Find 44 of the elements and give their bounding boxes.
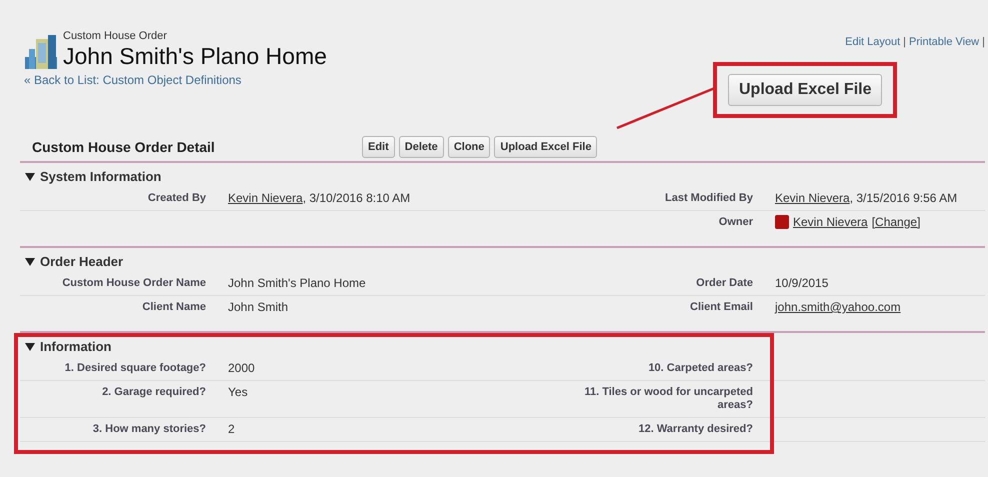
user-avatar-icon bbox=[775, 215, 789, 229]
upload-excel-button[interactable]: Upload Excel File bbox=[728, 74, 882, 106]
field-value: John Smith's Plano Home bbox=[228, 276, 366, 290]
value-link[interactable]: Kevin Nievera bbox=[793, 215, 868, 229]
field-label: Client Name bbox=[141, 300, 206, 315]
field-label: 11. Tiles or wood for uncarpeted areas? bbox=[583, 385, 753, 413]
field-value: John Smith bbox=[228, 300, 288, 314]
detail-title: Custom House Order Detail bbox=[32, 139, 216, 155]
field-label: Order Date bbox=[695, 276, 753, 291]
field-value: 10/9/2015 bbox=[775, 276, 828, 290]
field-value: Yes bbox=[228, 385, 248, 399]
field-label: Custom House Order Name bbox=[61, 276, 206, 291]
field-label: 10. Carpeted areas? bbox=[647, 361, 753, 376]
field-label: Client Email bbox=[689, 300, 753, 315]
field-value: , 3/10/2016 8:10 AM bbox=[302, 191, 410, 205]
field-label: Last Modified By bbox=[664, 191, 753, 206]
section-header[interactable]: System Information bbox=[20, 163, 985, 187]
field-label: 1. Desired square footage? bbox=[64, 361, 206, 376]
link-separator: | bbox=[982, 36, 985, 48]
detail-button[interactable]: Clone bbox=[448, 136, 490, 158]
field-label: Created By bbox=[146, 191, 206, 206]
header-link[interactable]: Printable View bbox=[909, 36, 980, 48]
detail-button[interactable]: Delete bbox=[398, 136, 444, 158]
detail-button[interactable]: Upload Excel File bbox=[494, 136, 598, 158]
header-link[interactable]: Edit Layout bbox=[845, 36, 900, 48]
value-link[interactable]: Kevin Nievera bbox=[228, 191, 303, 205]
field-value: 2 bbox=[228, 422, 235, 436]
field-value: , 3/15/2016 9:56 AM bbox=[850, 191, 958, 205]
field-label: Owner bbox=[718, 215, 753, 230]
section-header[interactable]: Order Header bbox=[20, 248, 985, 272]
building-icon bbox=[25, 35, 57, 69]
field-value: 2000 bbox=[228, 361, 255, 375]
value-link[interactable]: john.smith@yahoo.com bbox=[775, 300, 901, 314]
object-type-label: Custom House Order bbox=[63, 30, 168, 43]
back-link[interactable]: « Back to List: Custom Object Definitions bbox=[24, 73, 242, 87]
record-title: John Smith's Plano Home bbox=[63, 43, 327, 69]
field-label: 2. Garage required? bbox=[101, 385, 206, 400]
value-link[interactable]: [Change] bbox=[872, 215, 920, 229]
section-header[interactable]: Information bbox=[20, 333, 985, 357]
field-label: 3. How many stories? bbox=[92, 422, 206, 437]
detail-button[interactable]: Edit bbox=[362, 136, 395, 158]
link-separator: | bbox=[903, 36, 906, 48]
value-link[interactable]: Kevin Nievera bbox=[775, 191, 850, 205]
field-label: 12. Warranty desired? bbox=[637, 422, 753, 437]
